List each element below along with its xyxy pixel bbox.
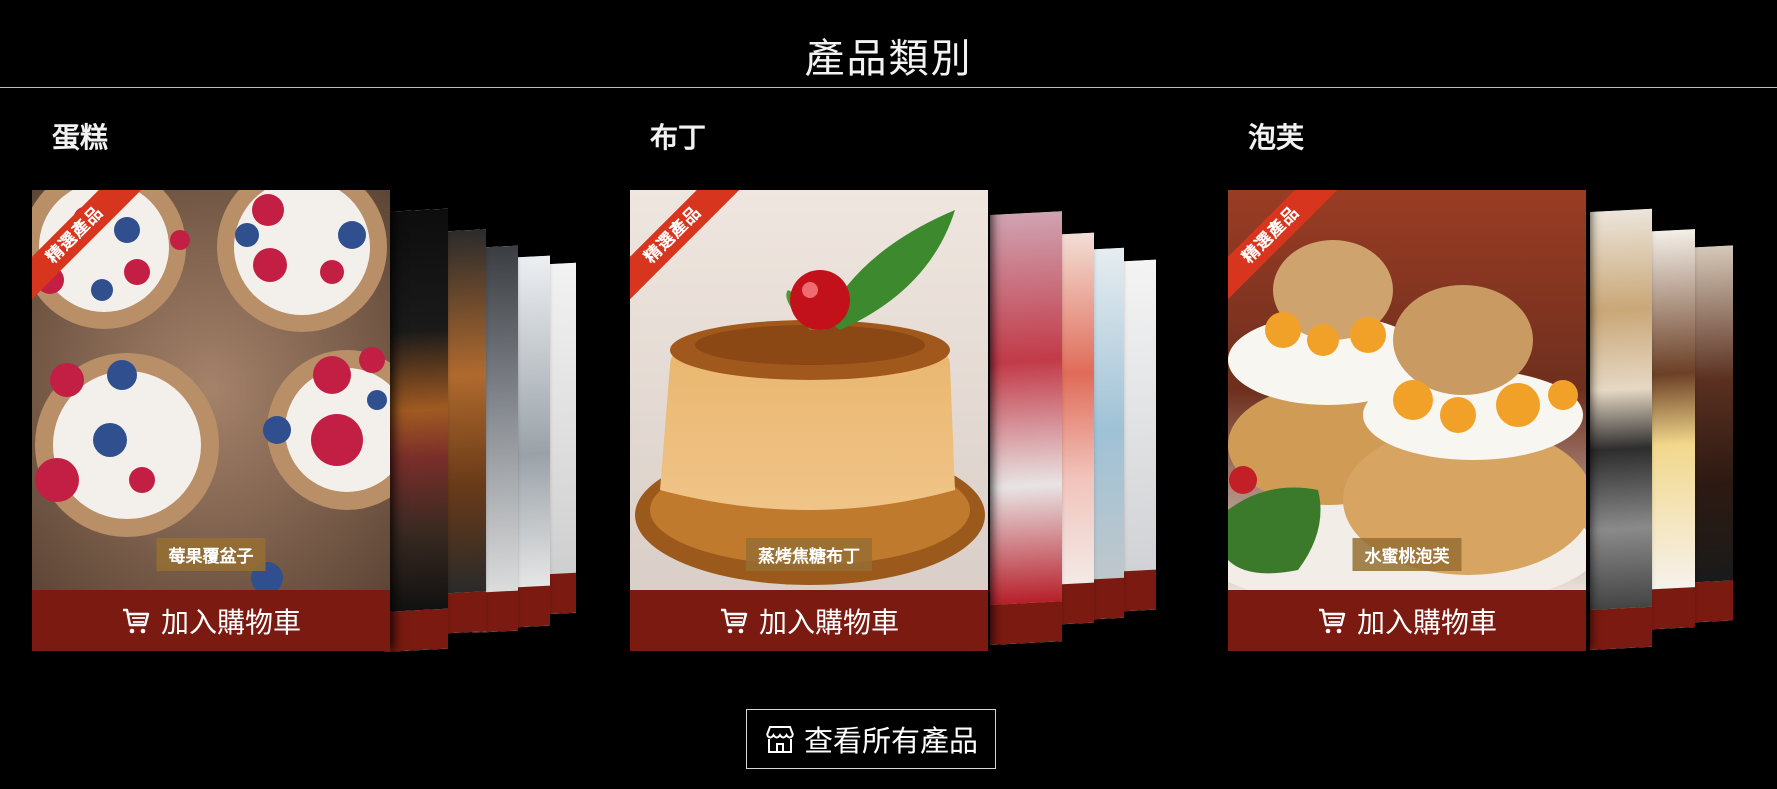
featured-ribbon: 精選產品: [630, 190, 740, 300]
category-title: 泡芙: [1248, 121, 1305, 154]
stacked-card[interactable]: [990, 211, 1062, 646]
product-name[interactable]: 水蜜桃泡芙: [1352, 538, 1462, 571]
add-to-cart-label: 加入購物車: [160, 605, 301, 639]
featured-ribbon: 精選產品: [32, 190, 142, 300]
add-to-cart-button[interactable]: 加入購物車: [1228, 590, 1586, 651]
store-icon: [766, 726, 794, 753]
stacked-card[interactable]: [384, 208, 448, 652]
card-stack: 精選產品 蒸烤焦糖布丁 加入購物車: [630, 190, 1190, 660]
card-stack: 精選產品 水蜜桃泡芙 加入購物車: [1228, 190, 1777, 660]
cart-icon: [720, 608, 748, 633]
category-cake: 蛋糕 精選產品 莓果覆盆子 加入購物車: [32, 112, 592, 672]
category-title: 布丁: [650, 121, 707, 154]
product-name[interactable]: 蒸烤焦糖布丁: [746, 538, 872, 571]
add-to-cart-label: 加入購物車: [1356, 605, 1497, 639]
category-pudding: 布丁 精選產品 蒸烤焦糖布丁 加入購物車: [630, 112, 1190, 672]
add-to-cart-button[interactable]: 加入購物車: [32, 590, 390, 651]
view-all-products-button[interactable]: 查看所有產品: [746, 709, 996, 769]
page-title: 產品類別: [804, 36, 973, 82]
product-photo[interactable]: 精選產品 莓果覆盆子: [32, 190, 390, 590]
featured-product-card[interactable]: 精選產品 莓果覆盆子 加入購物車: [32, 190, 390, 651]
featured-ribbon: 精選產品: [1228, 190, 1338, 300]
add-to-cart-button[interactable]: 加入購物車: [630, 590, 988, 651]
card-stack: 精選產品 莓果覆盆子 加入購物車: [32, 190, 592, 660]
cart-icon: [1318, 608, 1346, 633]
product-photo[interactable]: 精選產品 水蜜桃泡芙: [1228, 190, 1586, 590]
product-name[interactable]: 莓果覆盆子: [156, 538, 266, 571]
category-cream-puff: 泡芙 精選產品 水蜜桃泡芙 加入購物車: [1228, 112, 1777, 672]
stacked-card[interactable]: [1590, 208, 1652, 650]
view-all-label: 查看所有產品: [803, 724, 978, 758]
category-title: 蛋糕: [52, 121, 109, 154]
add-to-cart-label: 加入購物車: [758, 605, 899, 639]
cart-icon: [122, 608, 150, 633]
title-divider: [0, 87, 1777, 88]
product-photo[interactable]: 精選產品 蒸烤焦糖布丁: [630, 190, 988, 590]
featured-product-card[interactable]: 精選產品 水蜜桃泡芙 加入購物車: [1228, 190, 1586, 651]
featured-product-card[interactable]: 精選產品 蒸烤焦糖布丁 加入購物車: [630, 190, 988, 651]
